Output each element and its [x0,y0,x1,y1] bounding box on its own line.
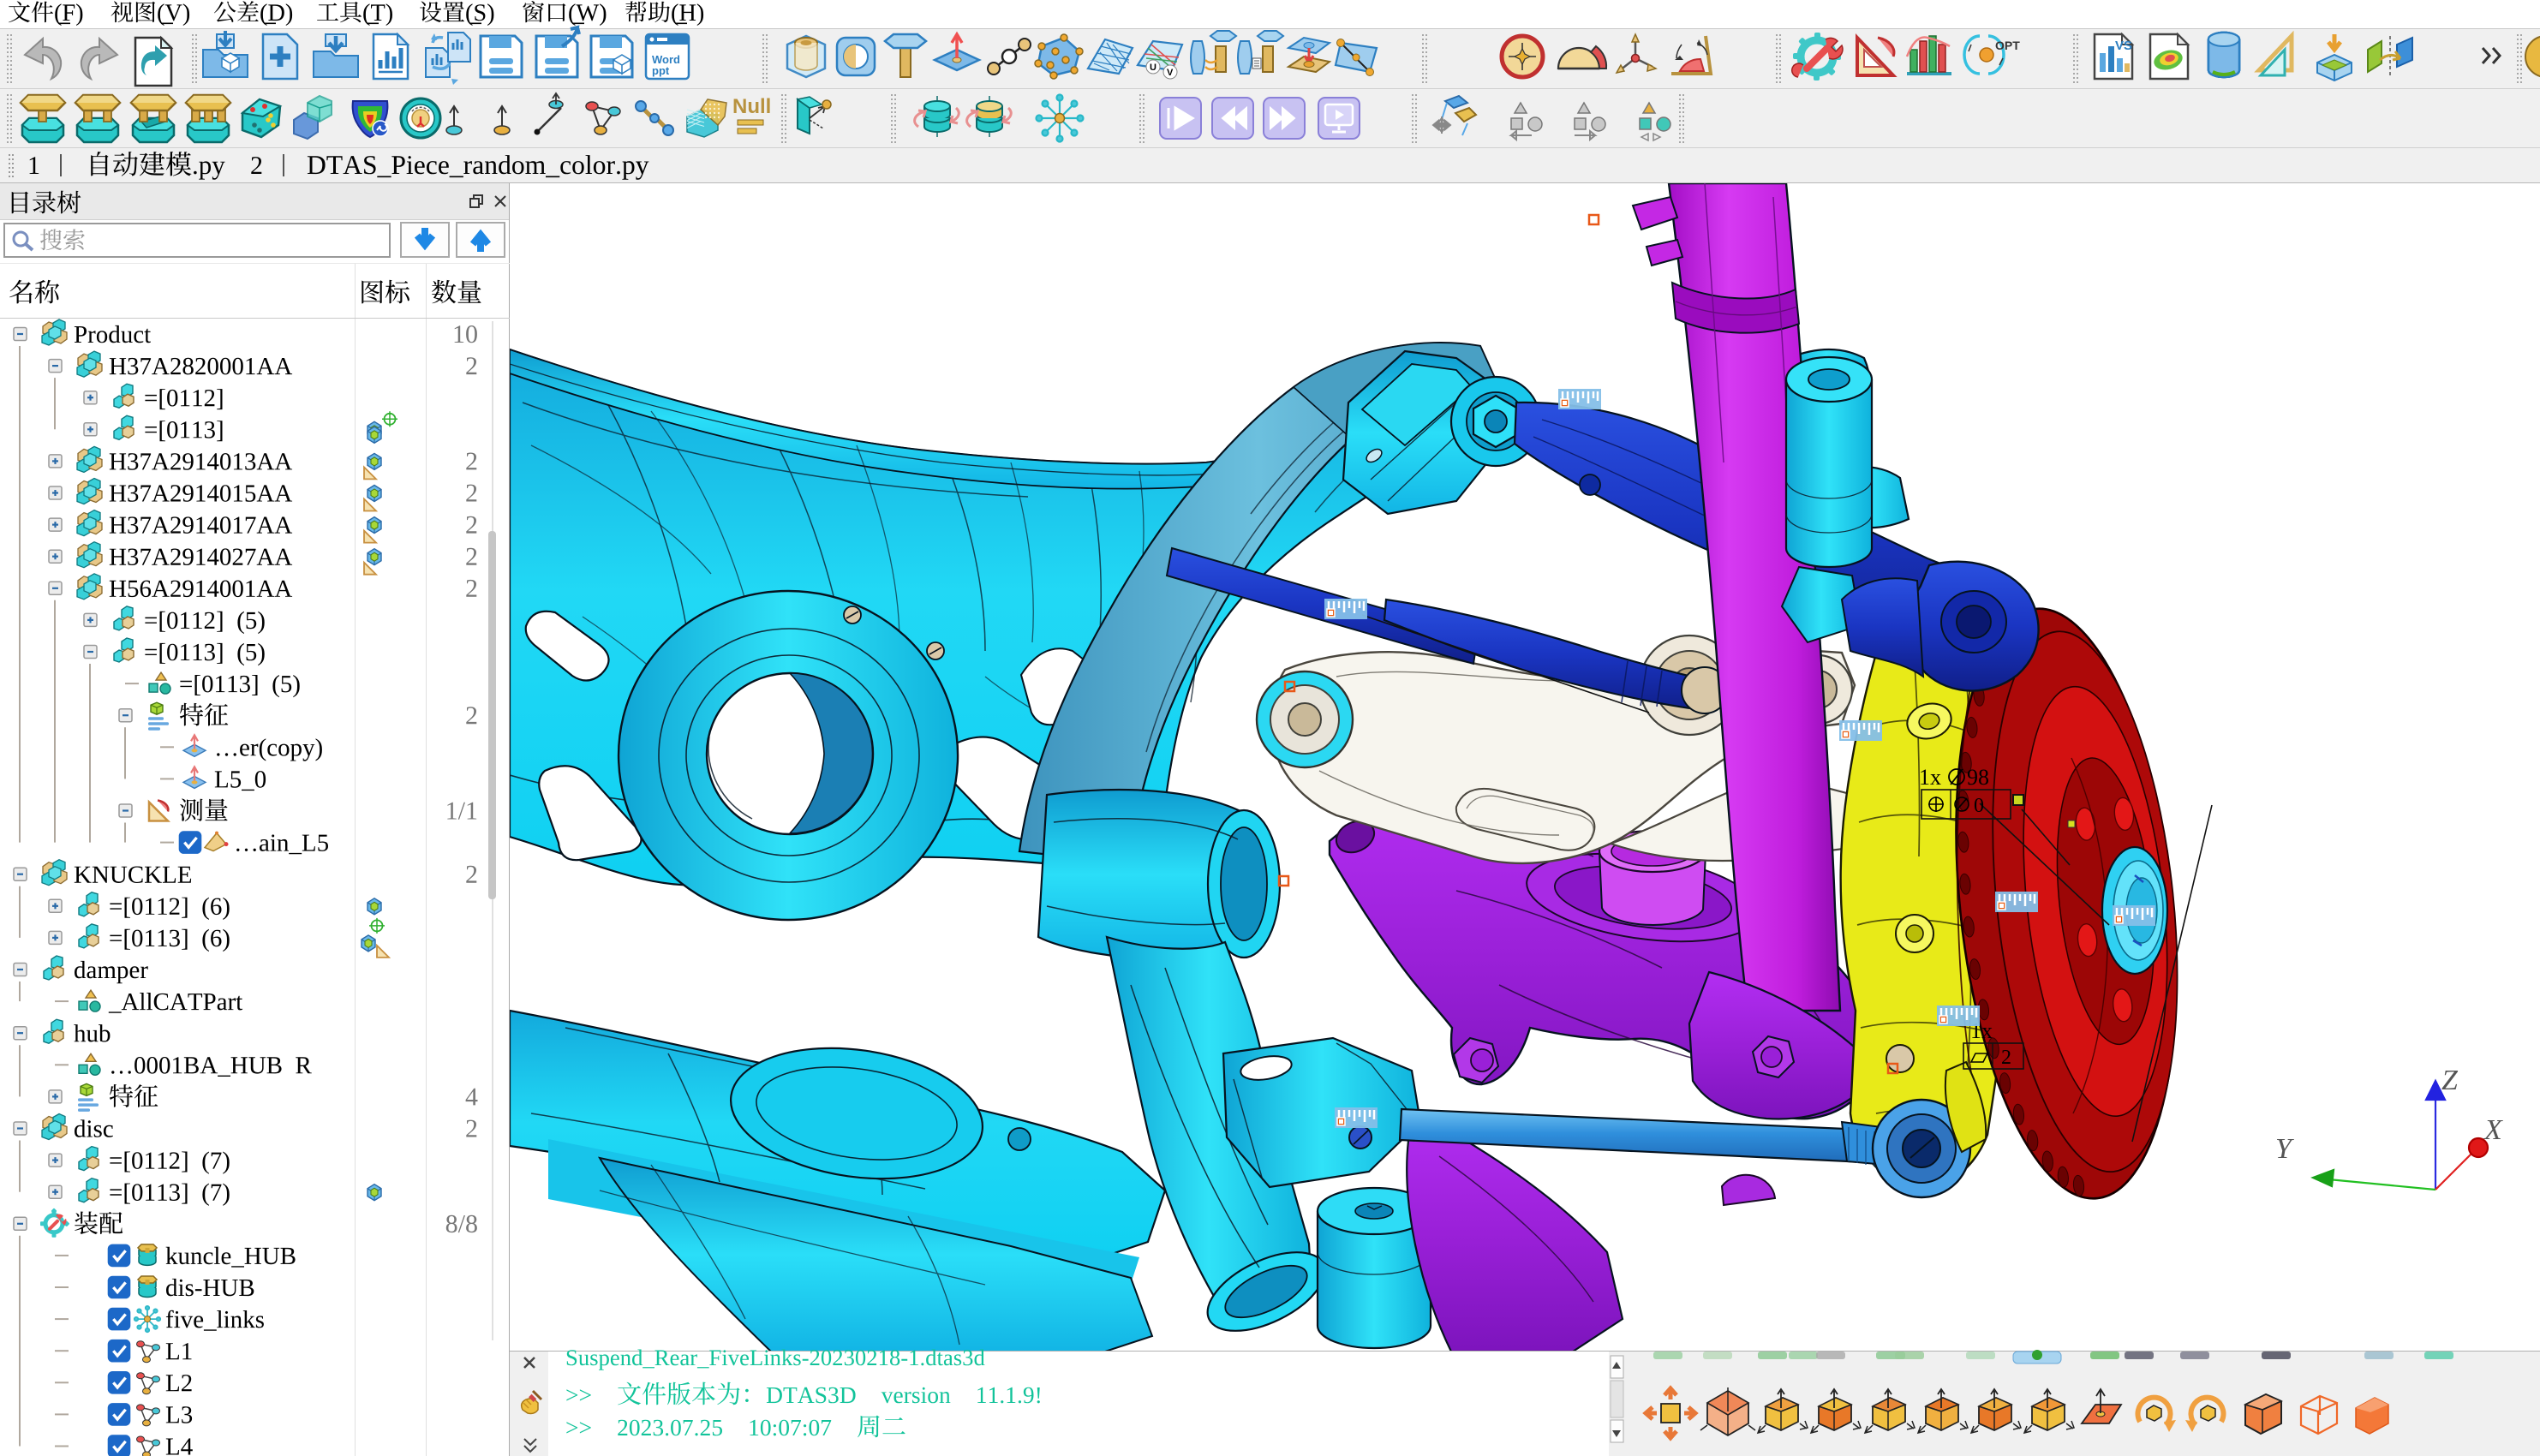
svg-text:Y: Y [2275,1133,2294,1165]
svg-text:98: 98 [1967,765,1989,790]
svg-text:1x: 1x [1919,765,1941,790]
svg-text:Z: Z [2441,1065,2459,1096]
svg-text:VS: VS [2115,39,2132,53]
svg-text:Null: Null [732,95,771,118]
svg-text:V: V [1167,68,1174,78]
svg-text:OPT: OPT [1995,39,2020,52]
svg-text:2: 2 [2001,1047,2011,1069]
svg-text:ppt: ppt [652,64,670,77]
svg-text:U: U [1150,63,1156,73]
svg-text:0: 0 [1974,795,1984,817]
svg-text:X: X [2483,1114,2503,1146]
